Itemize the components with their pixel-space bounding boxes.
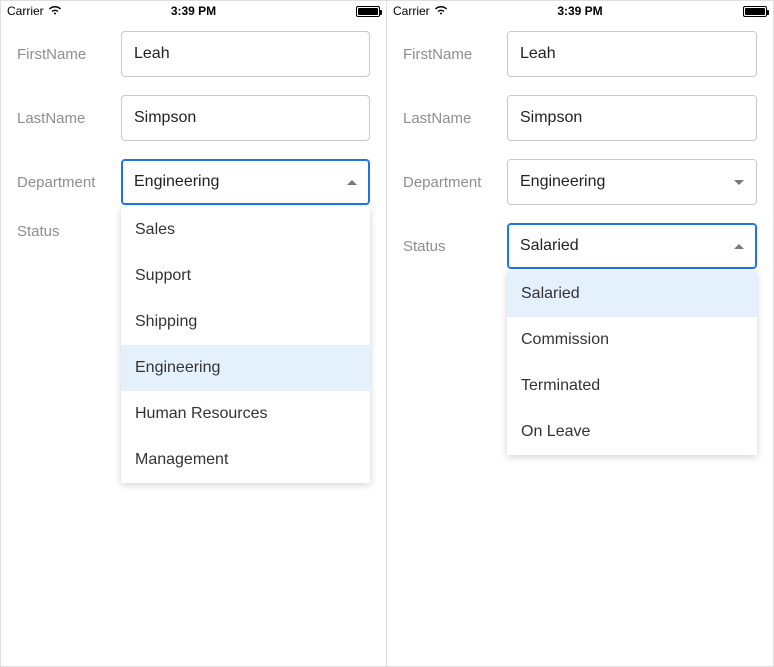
row-lastname: LastName Simpson xyxy=(403,95,757,141)
department-option-engineering[interactable]: Engineering xyxy=(121,345,370,391)
department-selected-value: Engineering xyxy=(134,173,219,191)
firstname-label: FirstName xyxy=(17,46,121,63)
department-label: Department xyxy=(403,174,507,191)
department-option-shipping[interactable]: Shipping xyxy=(121,299,370,345)
department-select[interactable]: Engineering xyxy=(121,159,370,205)
wifi-icon xyxy=(48,4,62,18)
lastname-label: LastName xyxy=(403,110,507,127)
status-selected-value: Salaried xyxy=(520,237,579,255)
battery-icon xyxy=(356,6,380,17)
device-right: Carrier 3:39 PM FirstName Leah La xyxy=(387,1,773,666)
department-option-management[interactable]: Management xyxy=(121,437,370,483)
status-select[interactable]: Salaried xyxy=(507,223,757,269)
chevron-down-icon xyxy=(734,180,744,185)
row-firstname: FirstName Leah xyxy=(403,31,757,77)
chevron-up-icon xyxy=(734,244,744,249)
firstname-input[interactable]: Leah xyxy=(507,31,757,77)
row-department: Department Engineering Sales Support Shi… xyxy=(17,159,370,205)
battery-icon xyxy=(743,6,767,17)
form: FirstName Leah LastName Simpson Departme… xyxy=(1,21,386,240)
department-select[interactable]: Engineering xyxy=(507,159,757,205)
status-option-commission[interactable]: Commission xyxy=(507,317,757,363)
chevron-up-icon xyxy=(347,180,357,185)
status-label: Status xyxy=(17,223,121,240)
row-department: Department Engineering xyxy=(403,159,757,205)
status-option-salaried[interactable]: Salaried xyxy=(507,271,757,317)
status-option-terminated[interactable]: Terminated xyxy=(507,363,757,409)
department-option-sales[interactable]: Sales xyxy=(121,207,370,253)
lastname-value: Simpson xyxy=(520,109,582,127)
ios-status-bar: Carrier 3:39 PM xyxy=(387,1,773,21)
status-option-onleave[interactable]: On Leave xyxy=(507,409,757,455)
firstname-label: FirstName xyxy=(403,46,507,63)
status-label: Status xyxy=(403,238,507,255)
department-option-hr[interactable]: Human Resources xyxy=(121,391,370,437)
lastname-input[interactable]: Simpson xyxy=(121,95,370,141)
department-selected-value: Engineering xyxy=(520,173,605,191)
firstname-value: Leah xyxy=(134,45,170,63)
lastname-input[interactable]: Simpson xyxy=(507,95,757,141)
row-status: Status Salaried Salaried Commission Term… xyxy=(403,223,757,269)
department-option-support[interactable]: Support xyxy=(121,253,370,299)
device-left: Carrier 3:39 PM FirstName Leah La xyxy=(1,1,387,666)
lastname-value: Simpson xyxy=(134,109,196,127)
status-dropdown: Salaried Commission Terminated On Leave xyxy=(507,271,757,455)
row-firstname: FirstName Leah xyxy=(17,31,370,77)
wifi-icon xyxy=(434,4,448,18)
lastname-label: LastName xyxy=(17,110,121,127)
form: FirstName Leah LastName Simpson Departme… xyxy=(387,21,773,269)
row-lastname: LastName Simpson xyxy=(17,95,370,141)
department-dropdown: Sales Support Shipping Engineering Human… xyxy=(121,207,370,483)
department-label: Department xyxy=(17,174,121,191)
firstname-input[interactable]: Leah xyxy=(121,31,370,77)
firstname-value: Leah xyxy=(520,45,556,63)
ios-status-bar: Carrier 3:39 PM xyxy=(1,1,386,21)
carrier-text: Carrier xyxy=(7,4,44,18)
carrier-text: Carrier xyxy=(393,4,430,18)
dual-device-stage: Carrier 3:39 PM FirstName Leah La xyxy=(0,0,774,667)
